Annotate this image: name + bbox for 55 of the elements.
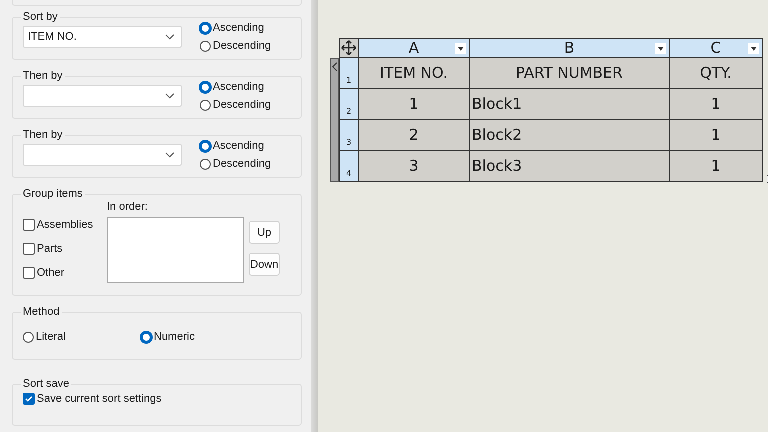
row-number[interactable]: 3	[340, 120, 358, 150]
table-cell: Block2	[470, 120, 670, 150]
table-cell: ITEM NO.	[358, 58, 470, 88]
table-cell: 2	[358, 120, 470, 150]
sort-field-dropdown[interactable]	[23, 144, 182, 166]
checkmark-icon	[24, 394, 34, 404]
group-title: Method	[22, 306, 61, 318]
sort-field-dropdown[interactable]	[23, 85, 182, 107]
row-number[interactable]: 1	[340, 58, 358, 88]
dropdown-icon[interactable]	[748, 43, 759, 54]
group-checkbox[interactable]: Assemblies	[23, 219, 107, 231]
table-cell: 1	[670, 120, 762, 150]
method-radio[interactable]: Literal	[23, 331, 141, 343]
table-cell: Block1	[470, 88, 670, 120]
order-list[interactable]	[107, 217, 244, 283]
order-radio[interactable]: Ascending	[200, 140, 272, 152]
table-cell: QTY.	[670, 58, 762, 88]
move-button[interactable]: Up	[249, 221, 280, 244]
row-number[interactable]: 2	[340, 88, 358, 120]
group-checkbox[interactable]: Parts	[23, 243, 107, 255]
group-title: Then by	[22, 129, 64, 141]
group-title: Then by	[22, 70, 64, 82]
order-radio[interactable]: Descending	[200, 40, 272, 52]
table-cell: 1	[358, 88, 470, 120]
column-header[interactable]: A	[358, 38, 470, 58]
table-side-handle[interactable]	[330, 58, 339, 182]
order-radio[interactable]: Ascending	[200, 22, 272, 34]
group-title: Group items	[22, 188, 84, 200]
order-radio[interactable]: Descending	[200, 158, 272, 170]
save-checkbox[interactable]: Save current sort settings	[23, 393, 291, 405]
table-cell: 1	[670, 150, 762, 182]
dropdown-icon[interactable]	[655, 43, 666, 54]
order-radio[interactable]: Descending	[200, 99, 272, 111]
move-icon	[341, 40, 357, 56]
chevron-down-icon	[165, 34, 175, 40]
chevron-left-icon	[332, 62, 338, 72]
move-table-handle[interactable]	[340, 38, 358, 58]
method-radio[interactable]: Numeric	[141, 331, 259, 343]
row-number[interactable]: 4	[340, 150, 358, 182]
order-label: In order:	[107, 201, 149, 213]
sort-field-dropdown[interactable]: ITEM NO.	[23, 26, 182, 48]
move-button[interactable]: Down	[249, 253, 280, 276]
order-radio[interactable]: Ascending	[200, 81, 272, 93]
chevron-down-icon	[165, 93, 175, 99]
column-header[interactable]: C	[670, 38, 762, 58]
group-title: Sort by	[22, 11, 59, 23]
table-cell: Block3	[470, 150, 670, 182]
chevron-down-icon	[165, 152, 175, 158]
table-cell: 3	[358, 150, 470, 182]
group-title: Sort save	[22, 378, 70, 390]
group-checkbox[interactable]: Other	[23, 267, 107, 279]
column-header[interactable]: B	[470, 38, 670, 58]
table-cell: 1	[670, 88, 762, 120]
table-cell: PART NUMBER	[470, 58, 670, 88]
dropdown-icon[interactable]	[455, 43, 466, 54]
